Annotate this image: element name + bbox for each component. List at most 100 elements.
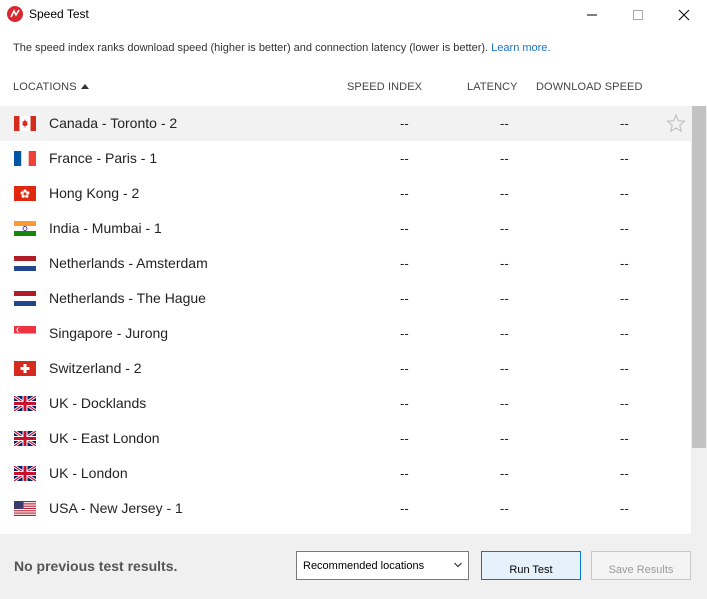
speed-index-value: -- xyxy=(400,221,409,236)
scrollbar-thumb[interactable] xyxy=(692,106,706,448)
latency-value: -- xyxy=(500,431,509,446)
maximize-button[interactable] xyxy=(615,0,661,29)
location-filter-dropdown[interactable]: Recommended locations xyxy=(296,551,469,580)
location-name: Netherlands - Amsterdam xyxy=(49,255,208,271)
info-text: The speed index ranks download speed (hi… xyxy=(13,42,550,54)
location-name: India - Mumbai - 1 xyxy=(49,220,162,236)
location-name: USA - New Jersey - 1 xyxy=(49,500,183,516)
app-logo-icon xyxy=(7,6,23,22)
speed-index-value: -- xyxy=(400,361,409,376)
run-test-label: Run Test xyxy=(509,564,553,576)
download-speed-value: -- xyxy=(620,326,629,341)
run-test-button[interactable]: Run Test xyxy=(481,551,581,580)
download-speed-value: -- xyxy=(620,256,629,271)
canada-flag-icon xyxy=(14,116,36,131)
locations-header-label: LOCATIONS xyxy=(13,81,77,93)
speed-index-value: -- xyxy=(400,256,409,271)
latency-value: -- xyxy=(500,116,509,131)
location-name: Canada - Toronto - 2 xyxy=(49,115,178,131)
column-header-download-speed[interactable]: DOWNLOAD SPEED xyxy=(536,81,643,93)
location-row[interactable]: USA - New Jersey - 1 -- -- -- xyxy=(0,491,691,526)
close-button[interactable] xyxy=(661,0,707,29)
speed-index-value: -- xyxy=(400,501,409,516)
india-flag-icon xyxy=(14,221,36,236)
latency-value: -- xyxy=(500,151,509,166)
location-name: UK - London xyxy=(49,465,128,481)
chevron-down-icon xyxy=(454,562,462,568)
download-speed-value: -- xyxy=(620,431,629,446)
title-bar: Speed Test xyxy=(0,0,707,29)
latency-value: -- xyxy=(500,291,509,306)
netherlands-flag-icon xyxy=(14,256,36,271)
minimize-button[interactable] xyxy=(569,0,615,29)
status-text: No previous test results. xyxy=(14,558,178,574)
learn-more-link[interactable]: Learn more. xyxy=(491,42,550,54)
speed-index-value: -- xyxy=(400,396,409,411)
download-speed-value: -- xyxy=(620,151,629,166)
latency-value: -- xyxy=(500,326,509,341)
download-speed-value: -- xyxy=(620,186,629,201)
location-name: UK - Docklands xyxy=(49,395,147,411)
usa-flag-icon xyxy=(14,501,36,516)
speed-index-value: -- xyxy=(400,326,409,341)
hong-kong-flag-icon xyxy=(14,186,36,201)
speed-index-value: -- xyxy=(400,151,409,166)
save-results-label: Save Results xyxy=(608,564,674,576)
download-speed-value: -- xyxy=(620,396,629,411)
location-row[interactable]: Singapore - Jurong -- -- -- xyxy=(0,316,691,351)
column-header-locations[interactable]: LOCATIONS xyxy=(13,81,89,93)
locations-list: Canada - Toronto - 2 -- -- -- France - Paris… xyxy=(0,106,691,534)
location-row[interactable]: Switzerland - 2 -- -- -- xyxy=(0,351,691,386)
location-row[interactable]: UK - Docklands -- -- -- xyxy=(0,386,691,421)
uk-flag-icon xyxy=(13,464,37,483)
download-speed-value: -- xyxy=(620,291,629,306)
location-row[interactable]: France - Paris - 1 -- -- -- xyxy=(0,141,691,176)
speed-index-value: -- xyxy=(400,291,409,306)
info-description: The speed index ranks download speed (hi… xyxy=(13,42,489,54)
france-flag-icon xyxy=(14,151,36,166)
download-speed-value: -- xyxy=(620,116,629,131)
speed-index-value: -- xyxy=(400,116,409,131)
location-row[interactable]: Hong Kong - 2 -- -- -- xyxy=(0,176,691,211)
location-filter-value: Recommended locations xyxy=(303,560,425,572)
latency-value: -- xyxy=(500,361,509,376)
column-header-row: LOCATIONS SPEED INDEX LATENCY DOWNLOAD S… xyxy=(0,71,707,103)
switzerland-flag-icon xyxy=(14,361,36,376)
save-results-button[interactable]: Save Results xyxy=(591,551,691,580)
download-speed-value: -- xyxy=(620,361,629,376)
download-speed-value: -- xyxy=(620,221,629,236)
footer-bar: No previous test results. Recommended lo… xyxy=(0,534,707,599)
sort-ascending-icon xyxy=(80,84,89,89)
speed-index-value: -- xyxy=(400,186,409,201)
uk-flag-icon xyxy=(13,394,37,413)
location-name: France - Paris - 1 xyxy=(49,150,158,166)
download-speed-value: -- xyxy=(620,501,629,516)
location-row[interactable]: UK - London -- -- -- xyxy=(0,456,691,491)
column-header-latency[interactable]: LATENCY xyxy=(467,81,518,93)
favorite-star-icon[interactable] xyxy=(666,113,686,138)
latency-value: -- xyxy=(500,221,509,236)
location-row[interactable]: Netherlands - Amsterdam -- -- -- xyxy=(0,246,691,281)
location-row[interactable]: India - Mumbai - 1 -- -- -- xyxy=(0,211,691,246)
location-row[interactable]: UK - East London -- -- -- xyxy=(0,421,691,456)
latency-value: -- xyxy=(500,186,509,201)
location-row[interactable]: Netherlands - The Hague -- -- -- xyxy=(0,281,691,316)
uk-flag-icon xyxy=(13,429,37,448)
singapore-flag-icon xyxy=(14,326,36,341)
location-name: Switzerland - 2 xyxy=(49,360,142,376)
latency-value: -- xyxy=(500,256,509,271)
column-header-speed-index[interactable]: SPEED INDEX xyxy=(347,81,422,93)
netherlands-flag-icon xyxy=(14,291,36,306)
location-name: Singapore - Jurong xyxy=(49,325,169,341)
latency-value: -- xyxy=(500,466,509,481)
location-row[interactable]: Canada - Toronto - 2 -- -- -- xyxy=(0,106,691,141)
speed-index-value: -- xyxy=(400,466,409,481)
latency-value: -- xyxy=(500,501,509,516)
speed-index-value: -- xyxy=(400,431,409,446)
location-name: UK - East London xyxy=(49,430,160,446)
location-name: Netherlands - The Hague xyxy=(49,290,206,306)
window-title: Speed Test xyxy=(29,7,89,21)
latency-value: -- xyxy=(500,396,509,411)
download-speed-value: -- xyxy=(620,466,629,481)
location-name: Hong Kong - 2 xyxy=(49,185,140,201)
